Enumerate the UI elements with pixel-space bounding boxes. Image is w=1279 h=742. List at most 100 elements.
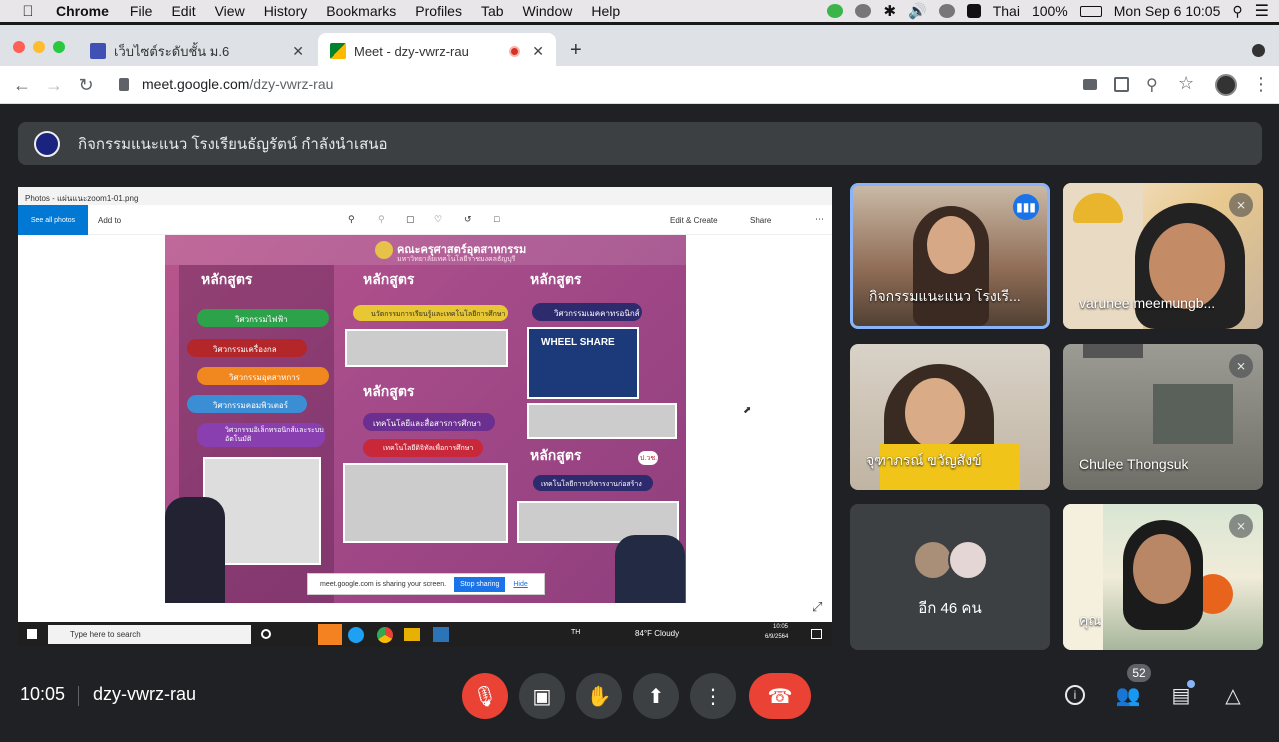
cloud-sync-icon[interactable]: [855, 4, 872, 18]
photos-toolbar: See all photos Add to ⚲ ⚲ ▢ ♡ ↺ □ Edit &…: [18, 205, 832, 235]
apple-icon[interactable]: : [20, 3, 36, 20]
participant-avatar: [913, 540, 953, 580]
more-options-button[interactable]: ⋮: [690, 673, 736, 719]
forward-arrow-icon[interactable]: →: [44, 75, 64, 95]
self-view-tile[interactable]: ⨯ คุณ: [1063, 504, 1263, 650]
more-vert-icon: ⋮: [703, 685, 723, 708]
more-icon: ⋯: [815, 214, 824, 224]
poster-student-photo: [615, 535, 685, 603]
taskbar-search-box: Type here to search: [48, 625, 251, 644]
participant-name: จุฑาภรณ์ ขวัญสังข์: [866, 452, 982, 468]
translate-icon[interactable]: [1114, 77, 1129, 92]
participant-tile[interactable]: ⨯ Chulee Thongsuk: [1063, 344, 1263, 490]
battery-percent[interactable]: 100%: [1032, 3, 1068, 19]
more-participants-tile[interactable]: อีก 46 คน: [850, 504, 1050, 650]
present-now-button[interactable]: ⬆: [633, 673, 679, 719]
poster-photo-grid: [343, 463, 508, 543]
menu-tab[interactable]: Tab: [481, 3, 504, 19]
window-zoom-button[interactable]: [53, 41, 65, 53]
mac-menubar:  Chrome File Edit View History Bookmark…: [0, 0, 1279, 22]
input-source-icon[interactable]: [966, 4, 981, 18]
presenting-banner: กิจกรรมแนะแนว โรงเรียนธัญรัตน์ กำลังนำเส…: [18, 122, 1262, 165]
phone-hangup-icon: ☎: [767, 685, 793, 708]
back-arrow-icon[interactable]: ←: [12, 75, 32, 95]
taskbar-explorer-icon: [404, 628, 420, 641]
menubar-clock[interactable]: Mon Sep 6 10:05: [1114, 3, 1221, 19]
menu-help[interactable]: Help: [591, 3, 620, 19]
close-icon[interactable]: ✕: [532, 43, 544, 60]
line-icon[interactable]: [827, 4, 844, 18]
tab-class-website[interactable]: เว็บไซต์ระดับชั้น ม.6 ✕: [78, 33, 316, 69]
chrome-tab-strip: เว็บไซต์ระดับชั้น ม.6 ✕ Meet - dzy-vwrz-…: [0, 22, 1279, 69]
poster-badge: ป.วช.: [638, 451, 658, 465]
shared-screen[interactable]: Photos - แผ่นแนะzoom1-01.png See all pho…: [18, 187, 832, 647]
bluetooth-icon[interactable]: ✱: [883, 2, 896, 20]
participant-tile[interactable]: ▮▮▮ กิจกรรมแนะแนว โรงเรี...: [850, 183, 1050, 329]
tab-meet[interactable]: Meet - dzy-vwrz-rau ✕: [318, 33, 556, 69]
activities-button[interactable]: △: [1219, 681, 1247, 709]
menu-window[interactable]: Window: [523, 3, 573, 19]
input-source-label[interactable]: Thai: [993, 3, 1020, 19]
poster-col3-title: หลักสูตร: [530, 271, 582, 287]
university-seal-icon: [375, 241, 393, 259]
menu-app-name[interactable]: Chrome: [56, 3, 109, 19]
poster-photo-grid: [345, 329, 508, 367]
screen-sharing-notice: meet.google.com is sharing your screen. …: [307, 573, 545, 595]
see-all-photos-button: See all photos: [18, 205, 88, 235]
new-tab-plus-icon[interactable]: +: [570, 39, 582, 62]
menu-view[interactable]: View: [215, 3, 245, 19]
volume-icon[interactable]: 🔊: [908, 2, 927, 20]
zoom-icon[interactable]: ⚲: [1146, 75, 1158, 95]
camera-in-use-icon[interactable]: [1083, 79, 1097, 90]
favorite-icon: ♡: [434, 214, 443, 224]
lock-icon[interactable]: [119, 78, 129, 91]
poster-item: วิศวกรรมเครื่องกล: [187, 339, 307, 357]
info-icon: i: [1065, 685, 1085, 705]
menu-bookmarks[interactable]: Bookmarks: [326, 3, 396, 19]
poster-item: วิศวกรรมเมคคาทรอนิกส์: [532, 303, 642, 321]
participant-avatar: [948, 540, 988, 580]
tab-title: เว็บไซต์ระดับชั้น ม.6: [114, 43, 230, 59]
battery-icon[interactable]: [1079, 5, 1102, 17]
window-close-button[interactable]: [13, 41, 25, 53]
address-bar[interactable]: meet.google.com/dzy-vwrz-rau: [142, 76, 333, 92]
participant-name: กิจกรรมแนะแนว โรงเรี...: [869, 288, 1021, 304]
menu-profiles[interactable]: Profiles: [415, 3, 462, 19]
hide-link: Hide: [513, 580, 528, 588]
taskbar-date: 6/9/2564: [765, 634, 789, 640]
reload-icon[interactable]: ↻: [76, 75, 96, 95]
profile-avatar[interactable]: [1215, 74, 1237, 96]
tab-search-icon[interactable]: [1252, 44, 1265, 57]
close-icon[interactable]: ✕: [292, 43, 304, 60]
spotlight-search-icon[interactable]: ⚲: [1232, 3, 1242, 20]
raise-hand-button[interactable]: ✋: [576, 673, 622, 719]
fullscreen-icon[interactable]: ⤢: [812, 599, 822, 615]
menu-edit[interactable]: Edit: [171, 3, 195, 19]
meeting-details-button[interactable]: i: [1061, 681, 1089, 709]
control-center-icon[interactable]: ☰: [1255, 1, 1269, 21]
wifi-icon[interactable]: [938, 4, 955, 18]
rotate-icon: ↺: [464, 214, 472, 224]
people-button[interactable]: 👥: [1114, 681, 1142, 709]
menu-history[interactable]: History: [264, 3, 308, 19]
mic-toggle-button[interactable]: 🎙: [462, 673, 508, 719]
poster-wheel-share-photo: WHEEL SHARE: [527, 327, 639, 399]
poster-item: นวัตกรรมการเรียนรู้และเทคโนโลยีการศึกษา: [353, 305, 508, 321]
menu-file[interactable]: File: [130, 3, 153, 19]
mouse-cursor-icon: ⬈: [743, 405, 752, 416]
meeting-code: dzy-vwrz-rau: [93, 684, 197, 704]
camera-toggle-button[interactable]: ▣: [519, 673, 565, 719]
taskbar-time: 10:05: [773, 624, 789, 630]
mic-off-icon: 🎙: [472, 685, 498, 708]
participant-tile[interactable]: จุฑาภรณ์ ขวัญสังข์: [850, 344, 1050, 490]
chrome-menu-icon[interactable]: ⋮: [1252, 74, 1270, 95]
window-minimize-button[interactable]: [33, 41, 45, 53]
leave-call-button[interactable]: ☎: [749, 673, 811, 719]
participant-tile[interactable]: ⨯ varunee meemungb...: [1063, 183, 1263, 329]
presenting-text: กิจกรรมแนะแนว โรงเรียนธัญรัตน์ กำลังนำเส…: [78, 135, 388, 153]
taskbar-chrome-icon: [377, 627, 393, 643]
poster-item: วิศวกรรมคอมพิวเตอร์: [187, 395, 307, 413]
presenter-avatar: [34, 130, 60, 157]
bookmark-star-icon[interactable]: ☆: [1178, 73, 1194, 94]
divider: [78, 686, 79, 706]
